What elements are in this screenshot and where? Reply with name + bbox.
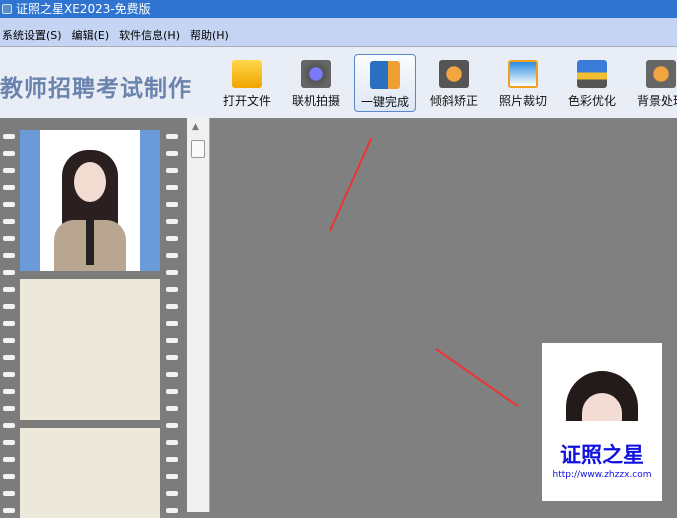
window-title: 证照之星XE2023-免费版 <box>16 2 151 16</box>
menu-help[interactable]: 帮助(H) <box>190 26 229 46</box>
film-hole <box>166 287 178 292</box>
scroll-up-icon[interactable]: ▲ <box>192 122 199 132</box>
thumbnail-3[interactable] <box>20 428 160 518</box>
title-bar: 证照之星XE2023-免费版 <box>0 0 677 18</box>
film-hole <box>3 151 15 156</box>
thumbnail-1[interactable] <box>20 130 160 271</box>
photo-preview: 证照之星 http://www.zhzzx.com <box>542 343 662 501</box>
menu-software-info[interactable]: 软件信息(H) <box>119 26 180 46</box>
film-hole <box>166 355 178 360</box>
film-hole <box>166 185 178 190</box>
film-hole <box>3 185 15 190</box>
film-hole <box>3 355 15 360</box>
tool-label: 照片裁切 <box>498 94 547 108</box>
film-hole <box>166 508 178 513</box>
watermark-url: http://www.zhzzx.com <box>552 470 652 480</box>
one-click-button[interactable]: 一键完成 <box>354 54 416 112</box>
color-optimize-button[interactable]: 色彩优化 <box>561 54 623 112</box>
film-hole <box>166 321 178 326</box>
film-hole <box>166 372 178 377</box>
film-hole <box>3 253 15 258</box>
film-hole <box>3 372 15 377</box>
toolbar: 教师招聘考试制作 打开文件 联机拍摄 一键完成 倾斜矫正 照片裁切 色彩优化 背… <box>0 46 677 118</box>
film-hole <box>166 423 178 428</box>
film-hole <box>166 236 178 241</box>
film-hole <box>166 134 178 139</box>
menu-system-settings[interactable]: 系统设置(S) <box>2 26 62 46</box>
crop-icon <box>508 60 538 88</box>
film-hole <box>166 406 178 411</box>
one-click-icon <box>370 61 400 89</box>
film-hole <box>3 457 15 462</box>
film-hole <box>166 389 178 394</box>
film-hole <box>166 491 178 496</box>
menu-edit[interactable]: 编辑(E) <box>72 26 110 46</box>
tool-label: 倾斜矫正 <box>429 94 478 108</box>
film-hole <box>3 508 15 513</box>
film-hole <box>3 491 15 496</box>
scroll-thumb[interactable] <box>191 140 205 158</box>
film-hole <box>166 270 178 275</box>
film-hole <box>166 168 178 173</box>
film-hole <box>3 270 15 275</box>
film-hole <box>166 304 178 309</box>
tool-label: 联机拍摄 <box>291 94 340 108</box>
film-hole <box>166 253 178 258</box>
app-title: 教师招聘考试制作 <box>0 76 192 102</box>
tool-label: 打开文件 <box>222 94 271 108</box>
film-hole <box>3 321 15 326</box>
background-icon <box>646 60 676 88</box>
filmstrip-scrollbar[interactable]: ▲ <box>187 118 210 512</box>
tool-label: 一键完成 <box>360 95 409 109</box>
color-optimize-icon <box>577 60 607 88</box>
film-hole <box>3 440 15 445</box>
film-hole <box>166 219 178 224</box>
tool-label: 色彩优化 <box>567 94 616 108</box>
film-hole <box>3 287 15 292</box>
menubar-top <box>0 18 677 26</box>
film-hole <box>166 440 178 445</box>
open-file-button[interactable]: 打开文件 <box>216 54 278 112</box>
watermark-text: 证照之星 <box>560 443 644 467</box>
film-hole <box>3 168 15 173</box>
film-hole <box>3 134 15 139</box>
film-hole <box>166 202 178 207</box>
film-hole <box>166 151 178 156</box>
film-hole <box>3 202 15 207</box>
camera-capture-button[interactable]: 联机拍摄 <box>285 54 347 112</box>
portrait-photo <box>40 130 140 271</box>
tilt-correct-button[interactable]: 倾斜矫正 <box>423 54 485 112</box>
film-hole <box>166 338 178 343</box>
film-hole <box>3 389 15 394</box>
app-icon <box>2 4 12 14</box>
background-button[interactable]: 背景处理 <box>630 54 677 112</box>
film-hole <box>3 338 15 343</box>
film-hole <box>3 406 15 411</box>
film-hole <box>3 236 15 241</box>
thumbnail-filmstrip[interactable] <box>0 118 187 518</box>
thumbnail-2[interactable] <box>20 279 160 420</box>
film-hole <box>3 304 15 309</box>
tilt-correct-icon <box>439 60 469 88</box>
film-hole <box>3 474 15 479</box>
film-hole <box>3 423 15 428</box>
film-hole <box>166 457 178 462</box>
camera-icon <box>301 60 331 88</box>
film-hole <box>3 219 15 224</box>
menu-bar: 系统设置(S) 编辑(E) 软件信息(H) 帮助(H) <box>0 26 677 46</box>
folder-icon <box>232 60 262 88</box>
tool-label: 背景处理 <box>636 94 677 108</box>
crop-button[interactable]: 照片裁切 <box>492 54 554 112</box>
film-hole <box>166 474 178 479</box>
